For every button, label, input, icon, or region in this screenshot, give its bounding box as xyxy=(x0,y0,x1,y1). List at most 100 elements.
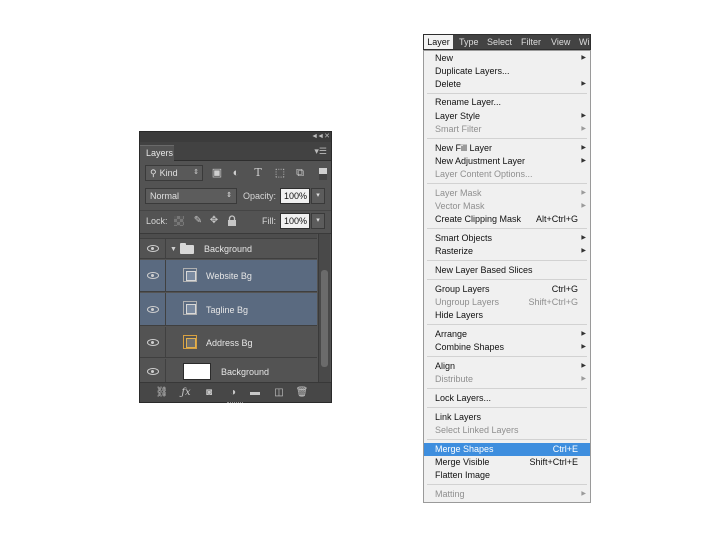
menu-separator xyxy=(427,183,587,184)
filter-kind-select[interactable]: ⚲ Kind ⇕ xyxy=(145,165,203,181)
menu-type[interactable]: Type xyxy=(459,35,479,49)
lock-position-icon[interactable]: ✥ xyxy=(208,215,220,227)
menu-item-merge-shapes[interactable]: Merge Shapes Ctrl+E xyxy=(424,443,590,456)
menu-view[interactable]: View xyxy=(551,35,570,49)
menu-item-label: Lock Layers... xyxy=(435,393,492,403)
menu-item-label: Duplicate Layers... xyxy=(435,66,510,76)
adjustment-filter-icon[interactable]: ◐ xyxy=(229,166,243,180)
menu-item-new-layer-based-slices[interactable]: New Layer Based Slices xyxy=(424,264,590,277)
menu-item-flatten-image[interactable]: Flatten Image xyxy=(424,469,590,482)
adjustment-layer-icon[interactable]: ◑ xyxy=(226,386,240,400)
eye-icon xyxy=(147,306,159,313)
menu-item-new-fill-layer[interactable]: New Fill Layer ▶ xyxy=(424,142,590,155)
opacity-dropdown-button[interactable]: ▾ xyxy=(311,188,325,204)
type-filter-icon[interactable]: T xyxy=(251,166,265,180)
collapse-panel-icon[interactable]: ◄◄ xyxy=(311,132,324,142)
layer-name: Background xyxy=(221,367,270,377)
menu-item-label: Group Layers xyxy=(435,284,490,294)
menu-item-ungroup-layers[interactable]: Ungroup Layers Shift+Ctrl+G xyxy=(424,296,590,309)
tab-layers[interactable]: Layers xyxy=(140,145,174,161)
layer-row-background-group[interactable]: ▼ Background xyxy=(140,239,317,259)
menu-item-select-linked-layers[interactable]: Select Linked Layers xyxy=(424,424,590,437)
menu-item-link-layers[interactable]: Link Layers xyxy=(424,411,590,424)
layers-panel: ◄◄ ✕ Layers ▾☰ ⚲ Kind ⇕ ▣ ◐ T ⬚ ⧉ Normal … xyxy=(139,131,332,403)
layer-list-scrollbar[interactable] xyxy=(318,234,330,382)
panel-tab-bar: Layers ▾☰ xyxy=(140,142,331,161)
submenu-arrow-icon: ▶ xyxy=(581,81,586,87)
shape-layer-thumbnail xyxy=(183,335,197,349)
shape-filter-icon[interactable]: ⬚ xyxy=(273,166,287,180)
menu-item-new-adjustment-layer[interactable]: New Adjustment Layer ▶ xyxy=(424,155,590,168)
menu-item-matting[interactable]: Matting ▶ xyxy=(424,488,590,501)
menu-item-layer-content-options[interactable]: Layer Content Options... xyxy=(424,168,590,181)
menu-filter[interactable]: Filter xyxy=(521,35,541,49)
lock-image-pixels-icon[interactable]: ✎ xyxy=(192,215,204,227)
delete-layer-icon[interactable]: 🗑 xyxy=(295,386,309,400)
blend-mode-select[interactable]: Normal ⇕ xyxy=(145,188,237,204)
shortcut-label: Ctrl+E xyxy=(552,444,578,454)
menu-item-lock-layers[interactable]: Lock Layers... xyxy=(424,392,590,405)
link-layers-icon[interactable]: ⛓ xyxy=(155,386,169,400)
menu-item-rename-layer[interactable]: Rename Layer... xyxy=(424,96,590,109)
new-layer-icon[interactable]: ◫ xyxy=(272,386,286,400)
menu-item-arrange[interactable]: Arrange ▶ xyxy=(424,328,590,341)
filter-toggle[interactable] xyxy=(319,168,327,180)
smart-object-filter-icon[interactable]: ⧉ xyxy=(293,166,307,180)
menu-item-hide-layers[interactable]: Hide Layers xyxy=(424,309,590,322)
visibility-toggle[interactable] xyxy=(140,293,166,325)
fill-dropdown-button[interactable]: ▾ xyxy=(311,213,325,229)
pixel-filter-icon[interactable]: ▣ xyxy=(210,166,224,180)
resize-grip[interactable] xyxy=(227,402,243,404)
menu-item-duplicate-layers[interactable]: Duplicate Layers... xyxy=(424,65,590,78)
menu-window[interactable]: Wi xyxy=(579,35,590,49)
menu-item-layer-mask[interactable]: Layer Mask ▶ xyxy=(424,187,590,200)
menu-item-smart-objects[interactable]: Smart Objects ▶ xyxy=(424,232,590,245)
lock-all-icon[interactable] xyxy=(226,215,238,227)
scrollbar-thumb[interactable] xyxy=(321,270,328,367)
close-icon[interactable]: ✕ xyxy=(324,132,330,142)
menu-item-merge-visible[interactable]: Merge Visible Shift+Ctrl+E xyxy=(424,456,590,469)
visibility-toggle[interactable] xyxy=(140,260,166,291)
menu-item-rasterize[interactable]: Rasterize ▶ xyxy=(424,245,590,258)
menu-item-label: Vector Mask xyxy=(435,201,485,211)
layer-row-address-bg[interactable]: Address Bg xyxy=(140,327,317,358)
opacity-input[interactable]: 100% xyxy=(280,188,310,204)
menu-item-distribute[interactable]: Distribute ▶ xyxy=(424,373,590,386)
menu-item-label: Create Clipping Mask xyxy=(435,214,522,224)
submenu-arrow-icon: ▶ xyxy=(581,491,586,497)
expand-arrow-icon[interactable]: ▼ xyxy=(170,246,177,253)
visibility-toggle[interactable] xyxy=(140,239,166,258)
visibility-toggle[interactable] xyxy=(140,327,166,357)
menu-item-vector-mask[interactable]: Vector Mask ▶ xyxy=(424,200,590,213)
menu-item-group-layers[interactable]: Group Layers Ctrl+G xyxy=(424,283,590,296)
menu-item-combine-shapes[interactable]: Combine Shapes ▶ xyxy=(424,341,590,354)
menu-item-label: Hide Layers xyxy=(435,310,484,320)
eye-icon xyxy=(147,272,159,279)
new-group-icon[interactable]: ▬ xyxy=(248,386,262,400)
layers-bottom-bar: ⛓ ƒx ◙ ◑ ▬ ◫ 🗑 xyxy=(140,382,331,402)
opacity-label: Opacity: xyxy=(243,191,277,201)
menu-item-create-clipping-mask[interactable]: Create Clipping Mask Alt+Ctrl+G xyxy=(424,213,590,226)
fx-icon[interactable]: ƒx xyxy=(179,386,193,400)
fill-input[interactable]: 100% xyxy=(280,213,310,229)
layer-row-background[interactable]: Background xyxy=(140,359,317,382)
layer-row-tagline-bg[interactable]: Tagline Bg xyxy=(140,293,317,326)
shortcut-label: Alt+Ctrl+G xyxy=(535,214,578,224)
panel-title-bar[interactable]: ◄◄ ✕ xyxy=(140,132,331,142)
menu-select[interactable]: Select xyxy=(487,35,512,49)
menu-item-align[interactable]: Align ▶ xyxy=(424,360,590,373)
lock-transparent-pixels-icon[interactable] xyxy=(174,216,184,226)
menu-item-label: Layer Mask xyxy=(435,188,482,198)
menu-item-new[interactable]: New ▶ xyxy=(424,52,590,65)
menu-item-smart-filter[interactable]: Smart Filter ▶ xyxy=(424,123,590,136)
submenu-arrow-icon: ▶ xyxy=(581,158,586,164)
panel-menu-icon[interactable]: ▾☰ xyxy=(314,146,327,156)
shortcut-label: Ctrl+G xyxy=(551,284,578,294)
visibility-toggle[interactable] xyxy=(140,359,166,382)
menu-item-delete[interactable]: Delete ▶ xyxy=(424,78,590,91)
spinner-arrows-icon: ⇕ xyxy=(193,169,199,176)
menu-layer[interactable]: Layer xyxy=(424,35,453,49)
menu-item-layer-style[interactable]: Layer Style ▶ xyxy=(424,110,590,123)
add-mask-icon[interactable]: ◙ xyxy=(202,386,216,400)
layer-row-website-bg[interactable]: Website Bg xyxy=(140,260,317,292)
